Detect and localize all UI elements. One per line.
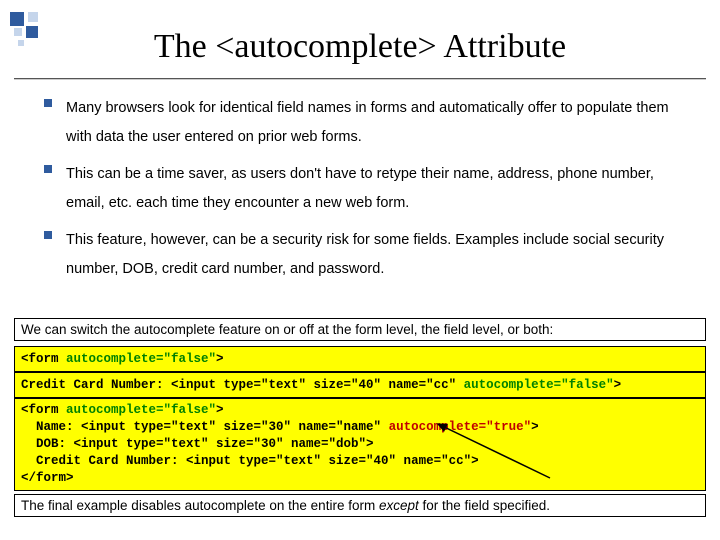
code-line: Name: <input type="text" size="30" name=…	[21, 419, 699, 436]
code-line: <form autocomplete="false">	[21, 402, 699, 419]
note-text: We can switch the autocomplete feature o…	[21, 322, 553, 337]
code-line: <form autocomplete="false">	[21, 352, 224, 366]
bullet-text: Many browsers look for identical field n…	[66, 94, 696, 152]
code-box-3: <form autocomplete="false"> Name: <input…	[14, 398, 706, 491]
bullet-item: Many browsers look for identical field n…	[44, 94, 696, 152]
note-box-bottom: The final example disables autocomplete …	[14, 494, 706, 517]
note-box-top: We can switch the autocomplete feature o…	[14, 318, 706, 341]
title-underline	[14, 78, 706, 80]
bullet-text: This can be a time saver, as users don't…	[66, 160, 696, 218]
bullet-list: Many browsers look for identical field n…	[44, 94, 696, 292]
bullet-item: This can be a time saver, as users don't…	[44, 160, 696, 218]
note-text-part: for the field specified.	[419, 498, 550, 513]
note-text-italic: except	[379, 498, 419, 513]
code-line: DOB: <input type="text" size="30" name="…	[21, 436, 699, 453]
slide: The <autocomplete> Attribute Many browse…	[0, 0, 720, 540]
bullet-marker-icon	[44, 99, 52, 107]
bullet-marker-icon	[44, 231, 52, 239]
code-line: Credit Card Number: <input type="text" s…	[21, 378, 621, 392]
slide-title: The <autocomplete> Attribute	[0, 28, 720, 66]
bullet-marker-icon	[44, 165, 52, 173]
bullet-item: This feature, however, can be a security…	[44, 226, 696, 284]
bullet-text: This feature, however, can be a security…	[66, 226, 696, 284]
code-box-1: <form autocomplete="false">	[14, 346, 706, 372]
code-line: </form>	[21, 470, 699, 487]
code-line: Credit Card Number: <input type="text" s…	[21, 453, 699, 470]
code-box-2: Credit Card Number: <input type="text" s…	[14, 372, 706, 398]
note-text-part: The final example disables autocomplete …	[21, 498, 379, 513]
